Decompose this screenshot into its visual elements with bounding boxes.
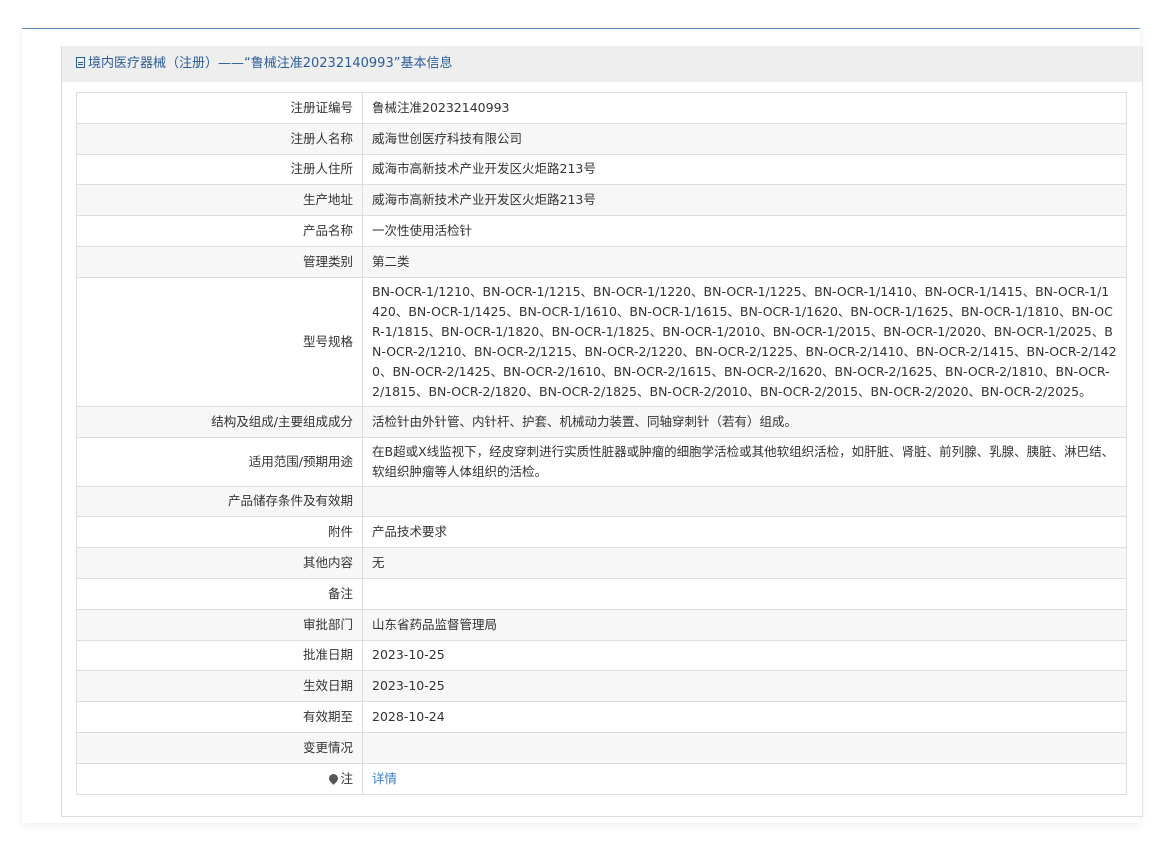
table-row: 生产地址 威海市高新技术产业开发区火炬路213号 bbox=[76, 184, 1127, 217]
table-row: 注册人住所 威海市高新技术产业开发区火炬路213号 bbox=[76, 153, 1127, 186]
row-label: 结构及组成/主要组成成分 bbox=[76, 405, 363, 438]
row-value: 威海市高新技术产业开发区火炬路213号 bbox=[362, 153, 1127, 186]
row-label: 管理类别 bbox=[76, 245, 363, 278]
row-value bbox=[362, 577, 1127, 610]
row-value: 2023-10-25 bbox=[362, 670, 1127, 703]
row-value bbox=[362, 485, 1127, 518]
row-value: 山东省药品监督管理局 bbox=[362, 608, 1127, 641]
row-value bbox=[362, 731, 1127, 764]
table-row: 有效期至 2028-10-24 bbox=[76, 701, 1127, 733]
row-value: 无 bbox=[362, 547, 1127, 579]
row-value: BN-OCR-1/1210、BN-OCR-1/1215、BN-OCR-1/122… bbox=[362, 276, 1127, 407]
note-label: 注 bbox=[340, 770, 353, 786]
row-label: 型号规格 bbox=[76, 276, 363, 407]
row-value: 威海市高新技术产业开发区火炬路213号 bbox=[362, 184, 1127, 217]
row-label: 有效期至 bbox=[76, 701, 363, 733]
table-row: 审批部门 山东省药品监督管理局 bbox=[76, 608, 1127, 641]
row-label: 生产地址 bbox=[76, 184, 363, 217]
table-row: 注册证编号 鲁械注准20232140993 bbox=[76, 92, 1127, 124]
table-row: 注册人名称 威海世创医疗科技有限公司 bbox=[76, 122, 1127, 155]
row-label: 其他内容 bbox=[76, 547, 363, 579]
page-container: 境内医疗器械（注册）——“鲁械注准20232140993”基本信息 注册证编号 … bbox=[22, 28, 1143, 823]
detail-link[interactable]: 详情 bbox=[372, 771, 397, 786]
row-value: 第二类 bbox=[362, 245, 1127, 278]
table-row: 产品名称 一次性使用活检针 bbox=[76, 215, 1127, 247]
table-row: 适用范围/预期用途 在B超或X线监视下，经皮穿刺进行实质性脏器或肿瘤的细胞学活检… bbox=[76, 436, 1127, 487]
info-table: 注册证编号 鲁械注准20232140993 注册人名称 威海世创医疗科技有限公司… bbox=[76, 92, 1127, 795]
row-label: 产品名称 bbox=[76, 215, 363, 247]
pin-icon bbox=[327, 771, 341, 785]
note-value-cell: 详情 bbox=[362, 762, 1127, 795]
row-value: 威海世创医疗科技有限公司 bbox=[362, 122, 1127, 155]
row-label: 适用范围/预期用途 bbox=[76, 436, 363, 487]
table-row: 型号规格 BN-OCR-1/1210、BN-OCR-1/1215、BN-OCR-… bbox=[76, 276, 1127, 407]
table-row: 管理类别 第二类 bbox=[76, 245, 1127, 278]
table-row: 产品储存条件及有效期 bbox=[76, 485, 1127, 518]
row-label: 产品储存条件及有效期 bbox=[76, 485, 363, 518]
row-value: 2023-10-25 bbox=[362, 639, 1127, 672]
panel-header: 境内医疗器械（注册）——“鲁械注准20232140993”基本信息 bbox=[62, 46, 1142, 82]
table-row: 备注 bbox=[76, 577, 1127, 610]
row-label: 注册证编号 bbox=[76, 92, 363, 124]
row-label: 注册人名称 bbox=[76, 122, 363, 155]
table-row: 批准日期 2023-10-25 bbox=[76, 639, 1127, 672]
row-value: 在B超或X线监视下，经皮穿刺进行实质性脏器或肿瘤的细胞学活检或其他软组织活检，如… bbox=[362, 436, 1127, 487]
table-row: 其他内容 无 bbox=[76, 547, 1127, 579]
row-label: 审批部门 bbox=[76, 608, 363, 641]
info-panel: 境内医疗器械（注册）——“鲁械注准20232140993”基本信息 注册证编号 … bbox=[61, 46, 1143, 817]
row-label: 生效日期 bbox=[76, 670, 363, 703]
row-value: 一次性使用活检针 bbox=[362, 215, 1127, 247]
row-value: 产品技术要求 bbox=[362, 516, 1127, 549]
row-value: 活检针由外针管、内针杆、护套、机械动力装置、同轴穿刺针（若有）组成。 bbox=[362, 405, 1127, 438]
row-value: 2028-10-24 bbox=[362, 701, 1127, 733]
table-row: 生效日期 2023-10-25 bbox=[76, 670, 1127, 703]
note-row: 注 详情 bbox=[76, 762, 1127, 795]
row-label: 变更情况 bbox=[76, 731, 363, 764]
note-label-cell: 注 bbox=[76, 762, 363, 795]
table-row: 变更情况 bbox=[76, 731, 1127, 764]
row-label: 注册人住所 bbox=[76, 153, 363, 186]
table-row: 结构及组成/主要组成成分 活检针由外针管、内针杆、护套、机械动力装置、同轴穿刺针… bbox=[76, 405, 1127, 438]
row-label: 备注 bbox=[76, 577, 363, 610]
row-value: 鲁械注准20232140993 bbox=[362, 92, 1127, 124]
row-label: 批准日期 bbox=[76, 639, 363, 672]
panel-title: 境内医疗器械（注册）——“鲁械注准20232140993”基本信息 bbox=[88, 56, 453, 71]
document-icon bbox=[76, 57, 85, 68]
row-label: 附件 bbox=[76, 516, 363, 549]
table-row: 附件 产品技术要求 bbox=[76, 516, 1127, 549]
